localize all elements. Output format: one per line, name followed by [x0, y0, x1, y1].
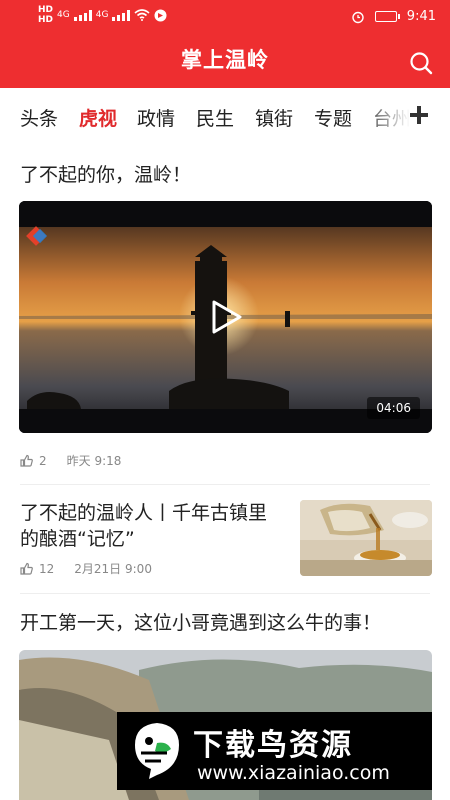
- watermark-url: www.xiazainiao.com: [197, 762, 390, 784]
- divider: [20, 484, 430, 485]
- hd-indicators: HD HD: [38, 5, 53, 25]
- tab-politics[interactable]: 政情: [137, 104, 175, 131]
- video-player[interactable]: 04:06: [19, 201, 432, 433]
- network-label-1: 4G: [57, 10, 70, 20]
- bird-logo-icon: [135, 723, 179, 779]
- thumbs-up-icon[interactable]: [20, 454, 33, 467]
- wifi-icon: [134, 9, 150, 21]
- status-indicators: HD HD 4G 4G: [38, 5, 167, 25]
- tab-livelihood[interactable]: 民生: [196, 104, 234, 131]
- status-right: 9:41: [351, 9, 436, 24]
- play-icon[interactable]: [211, 299, 243, 335]
- article-thumbnail[interactable]: [300, 500, 432, 576]
- hd-label-1: HD: [38, 5, 54, 15]
- publish-time: 昨天 9:18: [66, 454, 122, 468]
- watermark-brand: 下载鸟资源: [193, 728, 353, 763]
- wine-pouring-image: [300, 500, 432, 576]
- like-count: 12: [39, 561, 55, 576]
- tabs-fade: [360, 88, 410, 144]
- like-count: 2: [39, 453, 47, 468]
- article-title[interactable]: 开工第一天，这位小哥竟遇到这么牛的事！: [20, 608, 381, 635]
- hd-label-2: HD: [38, 15, 54, 25]
- article-title[interactable]: 了不起的你，温岭！: [20, 160, 191, 187]
- page-title: 掌上温岭: [181, 48, 269, 72]
- article-meta: 12 2月21日 9:00: [20, 560, 152, 577]
- alarm-icon: [352, 11, 364, 23]
- signal-icon: [73, 9, 92, 21]
- tab-headlines[interactable]: 头条: [20, 104, 58, 131]
- tab-topics[interactable]: 专题: [314, 104, 352, 131]
- tab-hushi[interactable]: 虎视: [79, 104, 117, 131]
- app-notification-icon: [154, 9, 167, 21]
- publish-time: 2月21日 9:00: [74, 562, 152, 576]
- divider: [20, 593, 430, 594]
- app-header: HD HD 4G 4G 9:41 掌上温岭: [0, 0, 450, 88]
- video-duration: 04:06: [367, 397, 420, 419]
- status-bar: HD HD 4G 4G 9:41: [0, 0, 450, 34]
- article-title[interactable]: 了不起的温岭人丨千年古镇里的酿酒“记忆”: [20, 500, 280, 552]
- search-icon[interactable]: [408, 50, 434, 76]
- plus-icon[interactable]: [408, 104, 430, 126]
- network-label-2: 4G: [95, 10, 109, 20]
- battery-icon: [374, 11, 400, 22]
- article-meta: 2 昨天 9:18: [20, 452, 121, 469]
- tab-towns[interactable]: 镇街: [255, 104, 293, 131]
- signal-icon: [112, 9, 131, 21]
- clock: 9:41: [406, 9, 436, 24]
- watermark-banner: 下载鸟资源 www.xiazainiao.com: [117, 712, 432, 790]
- thumbs-up-icon[interactable]: [20, 562, 33, 575]
